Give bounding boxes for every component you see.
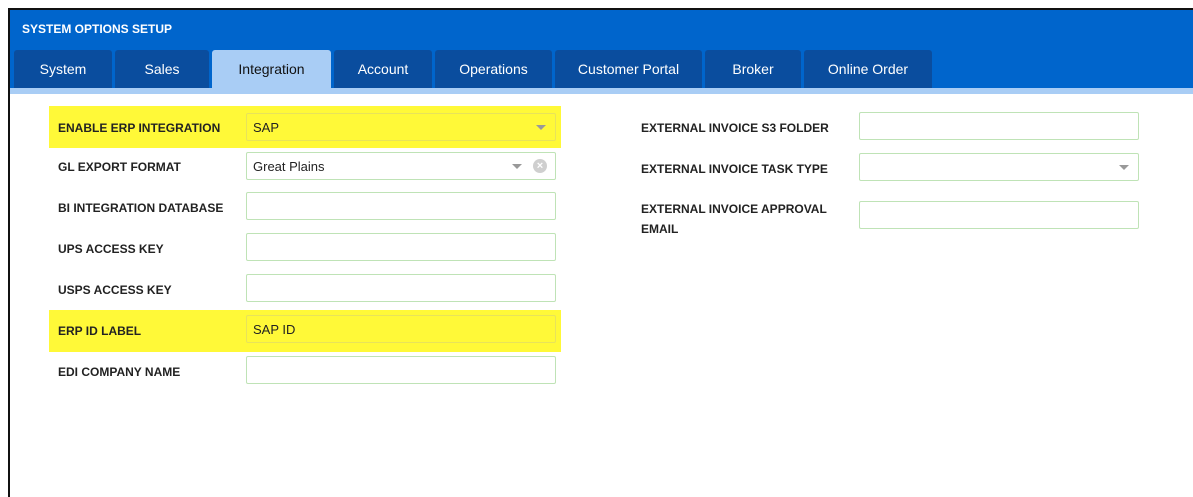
tab-integration[interactable]: Integration [212,50,331,88]
label-bi-db: BI INTEGRATION DATABASE [58,201,224,215]
bi-db-input[interactable] [246,192,556,220]
window-frame: SYSTEM OPTIONS SETUP System Sales Integr… [8,8,1193,497]
tab-strip: System Sales Integration Account Operati… [10,46,1193,94]
tab-account[interactable]: Account [334,50,432,88]
label-ups-key: UPS ACCESS KEY [58,242,164,256]
label-approval-email-line2: EMAIL [641,222,679,236]
erp-id-label-input[interactable]: SAP ID [246,315,556,343]
label-s3-folder: EXTERNAL INVOICE S3 FOLDER [641,121,829,135]
tab-underline [10,88,1193,94]
s3-folder-input[interactable] [859,112,1139,140]
window-title: SYSTEM OPTIONS SETUP [10,10,1193,46]
task-type-select[interactable] [859,153,1139,181]
label-enable-erp: ENABLE ERP INTEGRATION [58,121,221,135]
enable-erp-value: SAP [253,120,280,135]
erp-id-label-value: SAP ID [253,322,296,337]
gl-export-value: Great Plains [253,159,325,174]
tab-sales[interactable]: Sales [115,50,209,88]
label-usps-key: USPS ACCESS KEY [58,283,172,297]
label-approval-email-line1: EXTERNAL INVOICE APPROVAL [641,202,827,216]
chevron-down-icon [512,164,522,169]
label-task-type: EXTERNAL INVOICE TASK TYPE [641,162,828,176]
gl-export-select[interactable]: Great Plains × [246,152,556,180]
tab-broker[interactable]: Broker [705,50,801,88]
chevron-down-icon [1119,165,1129,170]
tab-customer-portal[interactable]: Customer Portal [555,50,702,88]
label-erp-id: ERP ID LABEL [58,324,142,338]
clear-icon[interactable]: × [533,159,547,173]
label-edi-company: EDI COMPANY NAME [58,365,181,379]
chevron-down-icon [536,125,546,130]
label-gl-export: GL EXPORT FORMAT [58,160,181,174]
approval-email-input[interactable] [859,201,1139,229]
enable-erp-select[interactable]: SAP [246,113,556,141]
tab-online-order[interactable]: Online Order [804,50,932,88]
ups-key-input[interactable] [246,233,556,261]
usps-key-input[interactable] [246,274,556,302]
tab-operations[interactable]: Operations [435,50,552,88]
edi-company-input[interactable] [246,356,556,384]
tab-system[interactable]: System [14,50,112,88]
